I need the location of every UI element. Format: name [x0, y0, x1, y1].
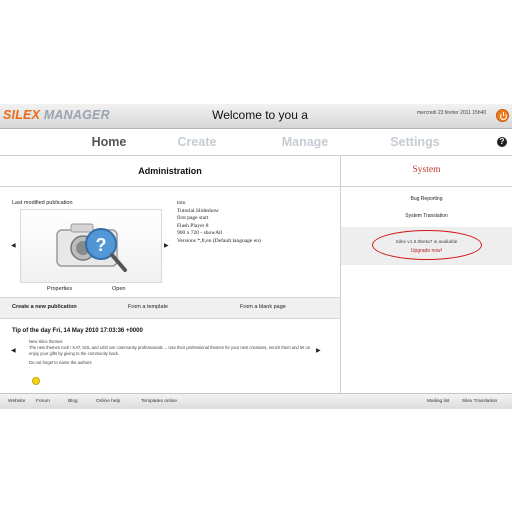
- tab-home[interactable]: Home: [69, 135, 149, 149]
- tip-text: The new themes rock ! KAT, SOL and LEO a…: [29, 345, 310, 356]
- pub-versions: Versions *,fr,en (Default language en): [177, 237, 261, 244]
- bug-reporting-link[interactable]: Bug Reporting: [341, 196, 512, 202]
- tip-body: New Silex themes The new themes rock ! K…: [29, 339, 314, 366]
- footer-website-link[interactable]: Website: [8, 399, 25, 404]
- footer-online-help-link[interactable]: Online help: [96, 399, 120, 404]
- publication-info: toto Tutorial.Slideshow first page start…: [177, 200, 261, 245]
- create-publication-row: Create a new publication From a template…: [0, 297, 340, 319]
- svg-text:?: ?: [96, 235, 107, 255]
- logo-silex: SILEX: [3, 108, 41, 122]
- power-icon[interactable]: [496, 109, 509, 122]
- administration-title: Administration: [138, 166, 202, 176]
- pub-start-page: first page start: [177, 215, 209, 221]
- from-blank-link[interactable]: From a blank page: [240, 304, 286, 310]
- tab-manage[interactable]: Manage: [265, 135, 345, 149]
- footer-silex-translation-link[interactable]: Silex Translation: [462, 399, 497, 404]
- title-bar: SILEX MANAGER Welcome to you a mercredi …: [0, 104, 512, 129]
- footer-blog-link[interactable]: Blog: [68, 399, 78, 404]
- system-panel: Bug Reporting System Translation Silex v…: [341, 187, 512, 393]
- date-text: mercredi 23 février 2011 15h40: [417, 110, 487, 116]
- silex-logo: SILEX MANAGER: [3, 108, 110, 122]
- administration-header: Administration: [0, 156, 341, 187]
- administration-panel: Last modified publication ◀ ? ▶ toto Tut…: [0, 187, 341, 393]
- footer-templates-link[interactable]: Templates online: [141, 399, 177, 404]
- system-title: System: [412, 165, 441, 175]
- pub-size: 900 x 720 - showAll: [177, 230, 223, 236]
- tip-prev-arrow-icon[interactable]: ◀: [11, 347, 16, 354]
- pub-player: Flash Player 8: [177, 222, 209, 229]
- properties-link[interactable]: Properties: [47, 286, 72, 292]
- main-nav: Home Create Manage Settings ?: [0, 129, 512, 156]
- pub-template: Tutorial.Slideshow: [177, 207, 219, 214]
- tip-note: Do not forget to name the authors: [29, 360, 92, 365]
- highlight-ellipse: [372, 230, 482, 260]
- open-link[interactable]: Open: [112, 286, 125, 292]
- tip-next-arrow-icon[interactable]: ▶: [316, 347, 321, 354]
- publication-preview[interactable]: ?: [20, 209, 162, 283]
- next-arrow-icon[interactable]: ▶: [164, 242, 169, 249]
- help-icon[interactable]: ?: [497, 137, 507, 147]
- system-header: System: [341, 156, 512, 187]
- last-modified-label: Last modified publication: [12, 200, 73, 206]
- footer-bar: Website Forum Blog Online help Templates…: [0, 393, 512, 409]
- upgrade-box: Silex v1.6.0beta7 is available Upgrade n…: [341, 227, 512, 265]
- tab-settings[interactable]: Settings: [375, 135, 455, 149]
- create-new-label: Create a new publication: [12, 304, 77, 310]
- logo-manager: MANAGER: [43, 108, 110, 122]
- footer-forum-link[interactable]: Forum: [36, 399, 50, 404]
- prev-arrow-icon[interactable]: ◀: [11, 242, 16, 249]
- silex-manager-window: SILEX MANAGER Welcome to you a mercredi …: [0, 104, 512, 409]
- welcome-text: Welcome to you a: [212, 108, 308, 122]
- pub-name: toto: [177, 200, 186, 206]
- tip-title: Tip of the day Fri, 14 May 2010 17:03:36…: [12, 328, 143, 334]
- from-template-link[interactable]: From a template: [128, 304, 168, 310]
- tab-create[interactable]: Create: [157, 135, 237, 149]
- smiley-icon: [32, 377, 40, 385]
- system-translation-link[interactable]: System Translation: [341, 213, 512, 219]
- footer-mailing-list-link[interactable]: Mailing list: [427, 399, 449, 404]
- camera-help-icon: ?: [56, 223, 127, 272]
